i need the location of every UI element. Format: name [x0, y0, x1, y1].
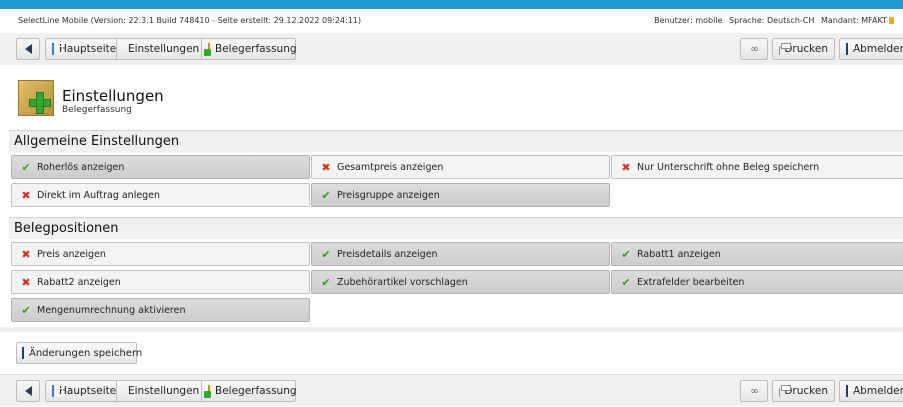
option-label: Nur Unterschrift ohne Beleg speichern — [637, 161, 820, 173]
toggle-extrafelder[interactable]: ✔ Extrafelder bearbeiten — [611, 270, 903, 294]
cross-icon: ✖ — [321, 160, 331, 174]
option-label: Roherlös anzeigen — [37, 161, 125, 173]
toggle-nur-unterschrift[interactable]: ✖ Nur Unterschrift ohne Beleg speichern — [611, 155, 903, 179]
view-button[interactable]: ∞ — [740, 380, 768, 402]
home-button[interactable]: Hauptseite — [45, 38, 117, 60]
back-button[interactable] — [16, 38, 40, 60]
belegerfassung-button[interactable]: Belegerfassung — [201, 380, 297, 402]
settings-button[interactable]: Einstellungen — [116, 38, 202, 60]
toggle-preisdetails[interactable]: ✔ Preisdetails anzeigen — [311, 242, 610, 266]
settings-label: Einstellungen — [128, 385, 200, 397]
back-arrow-icon — [24, 386, 32, 396]
toggle-preis[interactable]: ✖ Preis anzeigen — [11, 242, 310, 266]
toggle-roherloes[interactable]: ✔ Roherlös anzeigen — [11, 155, 310, 179]
option-label: Preisdetails anzeigen — [337, 248, 438, 260]
info-bar: SelectLine Mobile (Version: 22.3.1 Build… — [0, 13, 903, 27]
check-icon: ✔ — [621, 275, 631, 289]
option-label: Gesamtpreis anzeigen — [337, 161, 444, 173]
toggle-preisgruppe[interactable]: ✔ Preisgruppe anzeigen — [311, 183, 610, 207]
logout-icon — [846, 385, 855, 397]
option-label: Preisgruppe anzeigen — [337, 189, 440, 201]
logout-icon — [846, 43, 855, 55]
settings-label: Einstellungen — [128, 43, 200, 55]
option-label: Direkt im Auftrag anlegen — [37, 189, 161, 201]
app-version-info: SelectLine Mobile (Version: 22.3.1 Build… — [18, 16, 362, 25]
bottom-toolbar: Hauptseite Einstellungen Belegerfassung … — [0, 374, 903, 406]
option-label: Rabatt2 anzeigen — [37, 276, 121, 288]
check-icon: ✔ — [621, 247, 631, 261]
check-icon: ✔ — [321, 188, 331, 202]
belegerfassung-label: Belegerfassung — [215, 385, 297, 397]
top-accent-bar — [0, 0, 903, 9]
check-icon: ✔ — [321, 275, 331, 289]
section-title-general: Allgemeine Einstellungen — [9, 130, 903, 152]
cross-icon: ✖ — [21, 247, 31, 261]
language-info: Sprache: Deutsch-CH — [729, 16, 815, 25]
page-subtitle: Belegerfassung — [62, 105, 132, 115]
option-label: Extrafelder bearbeiten — [637, 276, 745, 288]
option-label: Rabatt1 anzeigen — [637, 248, 721, 260]
option-label: Zubehörartikel vorschlagen — [337, 276, 468, 288]
toggle-rabatt2[interactable]: ✖ Rabatt2 anzeigen — [11, 270, 310, 294]
save-changes-button[interactable]: Änderungen speichern — [16, 342, 142, 364]
back-arrow-icon — [24, 44, 32, 54]
check-icon: ✔ — [21, 160, 31, 174]
cross-icon: ✖ — [621, 160, 631, 174]
session-info: Benutzer: mobile Sprache: Deutsch-CH Man… — [650, 16, 894, 25]
toggle-zubehoerartikel[interactable]: ✔ Zubehörartikel vorschlagen — [311, 270, 610, 294]
logout-button[interactable]: Abmelden — [839, 380, 903, 402]
home-label: Hauptseite — [59, 43, 117, 55]
mandant-indicator-icon — [889, 17, 894, 24]
print-button[interactable]: Drucken — [772, 380, 835, 402]
page-header: Einstellungen Belegerfassung — [0, 72, 903, 122]
logout-button[interactable]: Abmelden — [839, 38, 903, 60]
print-button[interactable]: Drucken — [772, 38, 835, 60]
belegerfassung-button[interactable]: Belegerfassung — [201, 38, 297, 60]
logout-label: Abmelden — [853, 385, 903, 397]
settings-button[interactable]: Einstellungen — [116, 380, 202, 402]
check-icon: ✔ — [321, 247, 331, 261]
settings-document-icon — [18, 80, 54, 116]
cross-icon: ✖ — [21, 275, 31, 289]
mandant-info: Mandant: MFAKT — [820, 16, 887, 25]
document-add-icon — [204, 385, 211, 398]
toggle-direkt-im-auftrag[interactable]: ✖ Direkt im Auftrag anlegen — [11, 183, 310, 207]
page-title: Einstellungen — [62, 87, 164, 105]
document-add-icon — [204, 43, 211, 56]
floppy-disk-icon — [22, 347, 31, 359]
home-label: Hauptseite — [59, 385, 117, 397]
toggle-rabatt1[interactable]: ✔ Rabatt1 anzeigen — [611, 242, 903, 266]
logout-label: Abmelden — [853, 43, 903, 55]
check-icon: ✔ — [21, 303, 31, 317]
top-toolbar: Hauptseite Einstellungen Belegerfassung … — [0, 33, 903, 65]
divider — [0, 327, 903, 332]
back-button[interactable] — [16, 380, 40, 402]
home-icon — [52, 385, 63, 397]
toggle-gesamtpreis[interactable]: ✖ Gesamtpreis anzeigen — [311, 155, 610, 179]
view-button[interactable]: ∞ — [740, 38, 768, 60]
option-label: Mengenumrechnung aktivieren — [37, 304, 186, 316]
toggle-mengenumrechnung[interactable]: ✔ Mengenumrechnung aktivieren — [11, 298, 310, 322]
user-info: Benutzer: mobile — [654, 16, 723, 25]
glasses-icon: ∞ — [750, 43, 758, 55]
home-icon — [52, 43, 63, 55]
section-title-belegpositionen: Belegpositionen — [9, 217, 903, 239]
cross-icon: ✖ — [21, 188, 31, 202]
save-label: Änderungen speichern — [29, 347, 143, 359]
home-button[interactable]: Hauptseite — [45, 380, 117, 402]
option-label: Preis anzeigen — [37, 248, 106, 260]
glasses-icon: ∞ — [750, 385, 758, 397]
belegerfassung-label: Belegerfassung — [215, 43, 297, 55]
